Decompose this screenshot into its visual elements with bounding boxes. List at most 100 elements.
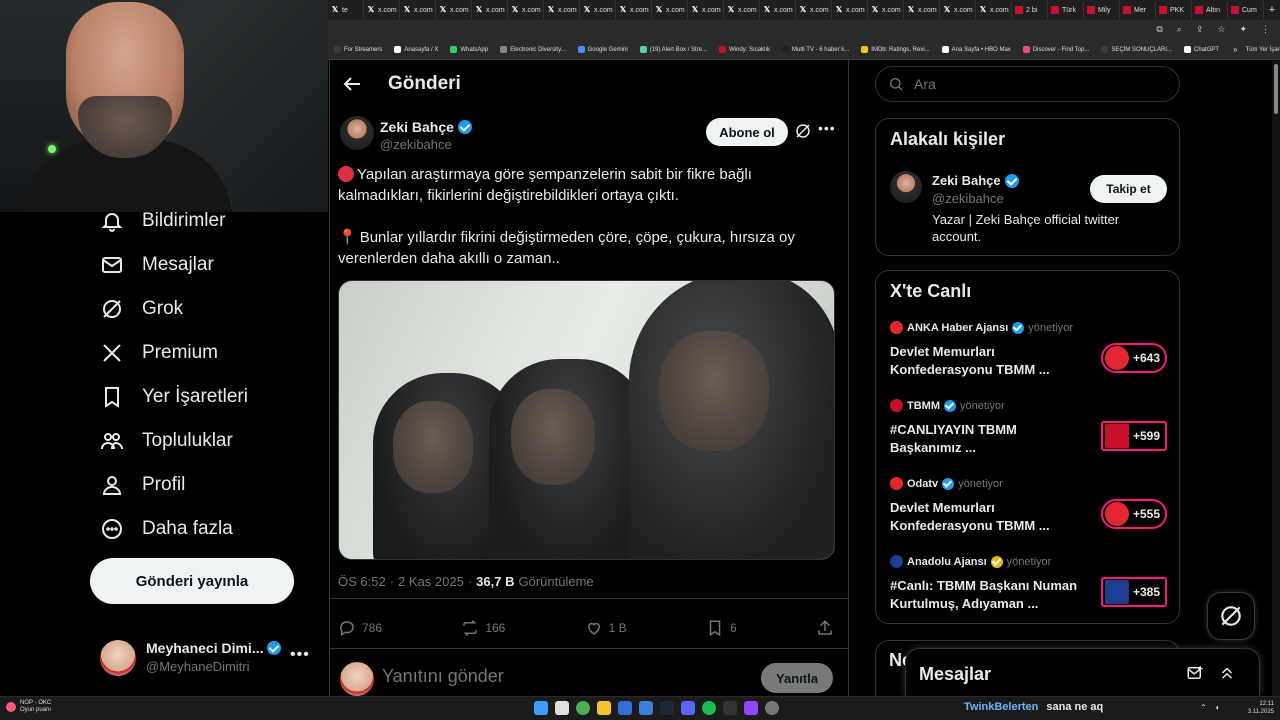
sidebar-item-profile[interactable]: Profil (100, 470, 185, 500)
browser-tab[interactable]: 𝕏x.com (616, 0, 652, 20)
reply-action[interactable]: 786 (338, 616, 382, 640)
related-name-row[interactable]: Zeki Bahçe (932, 173, 1019, 188)
browser-tab[interactable]: 𝕏x.com (400, 0, 436, 20)
browser-tab[interactable]: 𝕏x.com (652, 0, 688, 20)
new-tab-icon[interactable]: + (1264, 4, 1280, 16)
live-listener-badge[interactable]: +599 (1101, 421, 1167, 451)
zoom-icon[interactable]: ⌕ (1177, 24, 1182, 35)
browser-tab[interactable]: 𝕏x.com (940, 0, 976, 20)
steam-icon[interactable] (660, 701, 674, 715)
browser-tab[interactable]: 𝕏x.com (724, 0, 760, 20)
post-date[interactable]: 2 Kas 2025 (398, 574, 464, 589)
taskbar-widget[interactable]: NOP - OKC Oyun puanı (6, 700, 51, 714)
live-item[interactable]: ANKA Haber Ajansı yönetiyor Devlet Memurla… (890, 321, 1170, 391)
grok-fab-button[interactable] (1207, 592, 1255, 640)
bookmark-item[interactable]: Discover - Find Top... (1017, 46, 1096, 53)
spotify-icon[interactable] (702, 701, 716, 715)
bookmark-item[interactable]: ChatGPT (1178, 46, 1225, 53)
follow-button[interactable]: Takip et (1090, 175, 1167, 203)
expand-up-icon[interactable] (1218, 664, 1236, 682)
live-item[interactable]: TBMM yönetiyor #CANLIYAYIN TBMM Başkanımız… (890, 399, 1170, 469)
cast-icon[interactable]: ⧉ (1156, 24, 1162, 35)
live-item[interactable]: Odatv yönetiyor Devlet Memurları Konfedera… (890, 477, 1170, 547)
bookmark-action[interactable]: 6 (706, 616, 737, 640)
author-avatar[interactable] (340, 116, 374, 150)
live-item[interactable]: Anadolu Ajansı yönetiyor #Canlı: TBMM Başk… (890, 555, 1170, 625)
browser-tab[interactable]: 2 bi (1012, 0, 1048, 20)
post-image[interactable] (338, 280, 835, 560)
bookmark-item[interactable]: IMDb: Ratings, Revi... (855, 46, 935, 53)
browser-tab[interactable]: 𝕏x.com (868, 0, 904, 20)
volume-icon[interactable]: ◖ (1215, 703, 1220, 712)
live-listener-badge[interactable]: +643 (1101, 343, 1167, 373)
live-listener-badge[interactable]: +385 (1101, 577, 1167, 607)
profile-menu-icon[interactable]: ⋮ (1261, 24, 1270, 35)
bookmarks-overflow-icon[interactable]: » (1225, 45, 1245, 54)
bookmark-item[interactable]: Electronic Diversity... (494, 46, 572, 53)
bookmark-item[interactable]: Ana Sayfa • HBO Max (936, 46, 1017, 53)
account-switcher[interactable]: Meyhaneci Dimi... @MeyhaneDimitri ••• (100, 636, 314, 680)
folder-icon[interactable] (597, 701, 611, 715)
browser-tab[interactable]: Altın (1192, 0, 1228, 20)
star-icon[interactable]: ☆ (1217, 24, 1225, 35)
browser-tab[interactable]: 𝕏x.com (760, 0, 796, 20)
browser-tab[interactable]: 𝕏x.com (580, 0, 616, 20)
share-icon[interactable]: ⇪ (1196, 24, 1204, 35)
avatar[interactable] (890, 171, 922, 203)
tray-arrow-icon[interactable]: ⌃ (1200, 703, 1207, 712)
new-message-icon[interactable] (1186, 664, 1204, 682)
bookmark-item[interactable]: Anasayfa / X (388, 46, 444, 53)
bookmark-item[interactable]: Google Gemini (572, 46, 634, 53)
browser-tab[interactable]: Türk (1048, 0, 1084, 20)
browser-tab[interactable]: PKK (1156, 0, 1192, 20)
twitch-icon[interactable] (744, 701, 758, 715)
app-icon[interactable] (639, 701, 653, 715)
search-input[interactable]: Ara (875, 66, 1180, 102)
like-action[interactable]: 1 B (585, 616, 627, 640)
author-name-row[interactable]: Zeki Bahçe (380, 119, 472, 135)
browser-tab[interactable]: 𝕏te (328, 0, 364, 20)
messages-drawer[interactable]: Mesajlar (905, 648, 1260, 696)
sidebar-item-more[interactable]: Daha fazla (100, 514, 233, 544)
search-taskbar-icon[interactable] (555, 701, 569, 715)
browser-tab[interactable]: 𝕏x.com (688, 0, 724, 20)
bookmark-item[interactable]: Multi TV - 6 haber k... (776, 46, 855, 53)
post-more-icon[interactable]: ••• (818, 120, 836, 136)
clock[interactable]: 12:11 3.11.2025 (1244, 700, 1274, 716)
browser-tab[interactable]: 𝕏x.com (436, 0, 472, 20)
related-handle[interactable]: @zekibahce (932, 191, 1004, 206)
browser-tab[interactable]: 𝕏x.com (544, 0, 580, 20)
epic-icon[interactable] (723, 701, 737, 715)
grok-explain-icon[interactable] (794, 122, 812, 140)
browser-tab[interactable]: 𝕏x.com (364, 0, 400, 20)
browser-tab[interactable]: 𝕏x.com (508, 0, 544, 20)
subscribe-button[interactable]: Abone ol (706, 118, 788, 146)
repost-action[interactable]: 166 (461, 616, 505, 640)
browser-tab[interactable]: Cum (1228, 0, 1264, 20)
back-arrow-icon[interactable] (340, 72, 364, 96)
start-icon[interactable] (534, 701, 548, 715)
bookmark-item[interactable]: Windy: Sıcaklık (713, 46, 776, 53)
bookmark-item[interactable]: For Streamers (328, 46, 388, 53)
post-button[interactable]: Gönderi yayınla (90, 558, 294, 604)
browser-tab[interactable]: 𝕏x.com (832, 0, 868, 20)
live-listener-badge[interactable]: +555 (1101, 499, 1167, 529)
all-bookmarks-button[interactable]: Tüm Yer İşaretleri (1246, 47, 1280, 53)
browser-tab[interactable]: 𝕏x.com (472, 0, 508, 20)
share-action[interactable] (816, 616, 834, 640)
browser-tab[interactable]: Mer (1120, 0, 1156, 20)
now-playing[interactable]: TwinkBelerten sana ne aq (964, 701, 1103, 713)
sidebar-item-grok[interactable]: Grok (100, 294, 183, 324)
scrollbar-thumb[interactable] (1274, 64, 1278, 114)
sidebar-item-bookmarks[interactable]: Yer İşaretleri (100, 382, 248, 412)
account-more-icon[interactable]: ••• (290, 646, 310, 664)
browser-tab[interactable]: 𝕏x.com (796, 0, 832, 20)
store-icon[interactable] (618, 701, 632, 715)
sidebar-item-communities[interactable]: Topluluklar (100, 426, 233, 456)
bookmark-item[interactable]: SEÇİM SONUÇLARI... (1095, 46, 1178, 53)
author-handle[interactable]: @zekibahce (380, 137, 452, 152)
reply-input[interactable] (382, 666, 742, 687)
bookmark-item[interactable]: (19) Alert Box / Stre... (634, 46, 713, 53)
extensions-icon[interactable]: ✦ (1239, 24, 1247, 35)
sidebar-item-notifications[interactable]: Bildirimler (100, 206, 225, 236)
